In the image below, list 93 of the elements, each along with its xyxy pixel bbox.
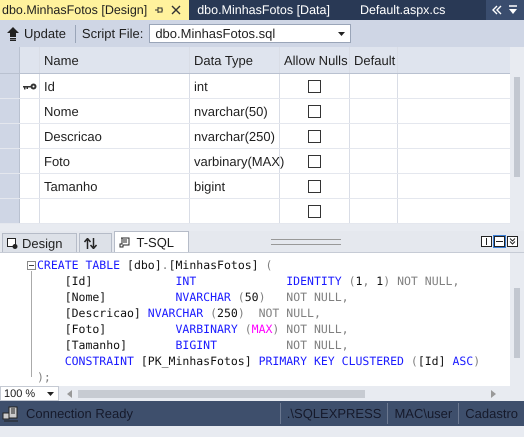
code-token: NOT NULL, (285, 338, 349, 352)
code-token: 1 (356, 274, 362, 288)
code-token: 1 (376, 274, 384, 288)
column-name: Tamanho (44, 178, 98, 194)
code-token: ( (236, 290, 245, 304)
script-file-dropdown[interactable]: dbo.MinhasFotos.sql (149, 24, 352, 43)
data-type: bigint (194, 178, 226, 194)
close-icon[interactable] (171, 5, 182, 15)
column-name: Foto (44, 154, 70, 168)
code-token: ) NOT NULL, (238, 306, 321, 320)
pane-tab[interactable]: Design (2, 233, 78, 252)
code-token: MAX (252, 322, 272, 336)
code-token: [Id] (418, 354, 447, 368)
checkbox[interactable] (308, 154, 321, 168)
column-header[interactable]: Default (350, 47, 398, 73)
pane-tab[interactable] (79, 233, 112, 252)
code-token: , (362, 274, 370, 288)
code-token: ( (244, 322, 252, 336)
code-token: NVARCHAR (148, 306, 204, 320)
checkbox[interactable] (308, 130, 321, 142)
script-file-label: Script File: (82, 26, 144, 41)
key-icon (23, 82, 37, 90)
code-token: CONSTRAINT (64, 354, 134, 368)
code-token: NVARCHAR (175, 290, 231, 304)
server-name: .\SQLEXPRESS (280, 403, 388, 424)
code-token: CREATE TABLE (37, 258, 120, 272)
vertical-scrollbar[interactable] (510, 253, 524, 386)
code-token: ( (264, 258, 272, 272)
column-name: Id (44, 78, 55, 94)
code-token: [MinhasFotos] (168, 258, 259, 272)
code-token: ) NOT NULL, (258, 290, 349, 304)
code-token: ( (348, 274, 356, 288)
scroll-right-icon (491, 390, 496, 398)
checkbox[interactable] (308, 180, 321, 192)
pin-icon[interactable] (154, 5, 164, 15)
vertical-split-icon[interactable] (481, 236, 492, 247)
code-token: 250 (217, 306, 238, 320)
code-token: ) NOT NULL, (272, 322, 349, 336)
column-name: Descricao (44, 128, 102, 144)
data-type: nvarchar(50) (194, 104, 268, 118)
horizontal-split-icon[interactable] (493, 235, 506, 248)
code-token: ( (209, 306, 218, 320)
pane-tab[interactable]: T-SQL (114, 231, 190, 252)
column-name: Nome (44, 104, 79, 118)
code-token: ( (410, 354, 418, 368)
zoom-dropdown[interactable]: 100 % (0, 386, 59, 401)
code-token: VARBINARY (175, 322, 238, 336)
column-header[interactable]: Name (40, 47, 190, 73)
document-tab[interactable]: dbo.MinhasFotos [Data] (193, 0, 334, 20)
checkbox[interactable] (308, 80, 321, 92)
code-token: PRIMARY KEY CLUSTERED (258, 354, 404, 368)
checkbox[interactable] (308, 104, 321, 118)
code-token: 50 (244, 290, 259, 304)
script-icon (119, 236, 132, 248)
document-tab[interactable]: dbo.MinhasFotos [Design] (0, 0, 190, 20)
swap-arrows-icon (84, 238, 98, 248)
code-token: [Id] (64, 274, 94, 288)
column-header[interactable]: Allow Nulls (280, 47, 350, 73)
code-token: . (162, 258, 169, 272)
code-token: [Foto] (64, 322, 108, 336)
document-tab[interactable]: Default.aspx.cs (356, 0, 450, 20)
checkbox[interactable] (308, 204, 321, 218)
design-icon (7, 238, 18, 248)
database-name: Cadastro (458, 403, 524, 424)
caret-icon (47, 392, 54, 396)
splitter-grip[interactable] (271, 238, 341, 244)
scroll-left-icon (67, 390, 72, 398)
up-arrow-icon (7, 26, 19, 40)
data-type: varbinary(MAX) (194, 154, 284, 168)
code-token: [Descricao] (64, 306, 142, 320)
chevrons-left-icon[interactable] (492, 5, 502, 15)
collapse-icon[interactable] (507, 236, 518, 247)
code-token: ASC (452, 354, 474, 368)
code-token: BIGINT (175, 338, 218, 352)
dropdown-icon[interactable] (508, 5, 518, 15)
code-token: [PK_MinhasFotos] (140, 354, 253, 368)
code-token: [Nome] (64, 290, 108, 304)
user-name: MAC\user (387, 403, 458, 424)
connection-icon (2, 406, 20, 422)
update-button[interactable]: Update (4, 24, 69, 43)
code-token: ); (37, 370, 51, 384)
status-message: Connection Ready (25, 406, 134, 421)
code-token: [Tamanho] (64, 338, 128, 352)
column-header[interactable]: Data Type (190, 47, 280, 73)
caret-icon (338, 32, 346, 36)
code-token: [dbo] (126, 258, 162, 272)
code-token: INT (175, 274, 198, 288)
code-token: IDENTITY (286, 274, 342, 288)
code-token: ) (473, 354, 480, 368)
data-type: nvarchar(250) (194, 128, 275, 144)
collapse-outline-icon[interactable] (27, 261, 36, 270)
code-token: ) NOT NULL, (383, 274, 460, 288)
data-type: int (194, 78, 208, 94)
